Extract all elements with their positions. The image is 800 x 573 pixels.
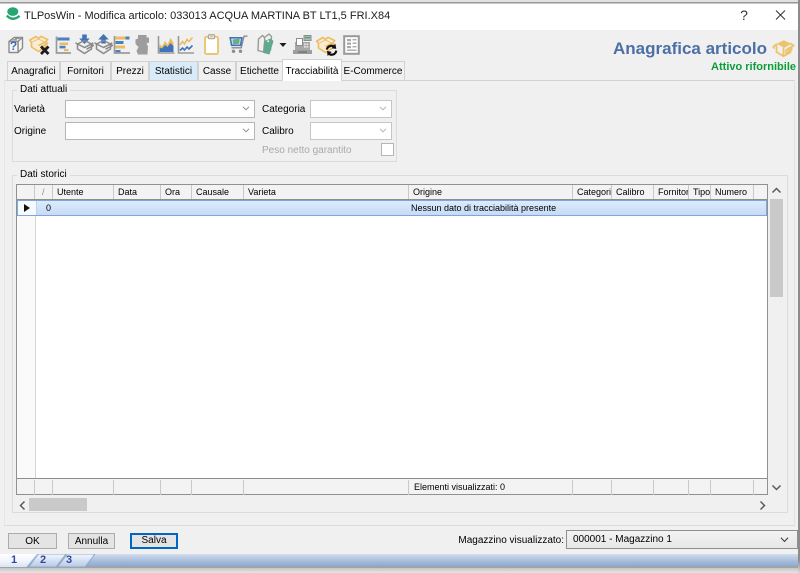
svg-text:?: ? <box>740 7 748 23</box>
svg-text:?: ? <box>10 39 17 53</box>
